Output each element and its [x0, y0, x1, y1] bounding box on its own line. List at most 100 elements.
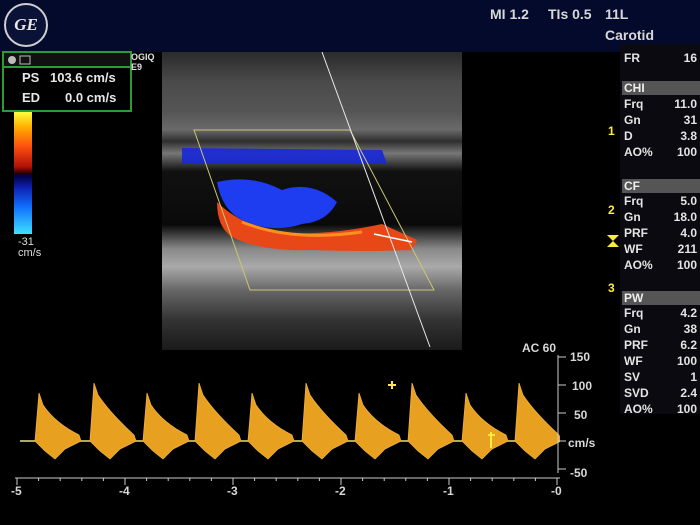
section-chi: CHI: [622, 81, 700, 95]
param-row: Gn 31: [624, 114, 697, 127]
color-flow-overlay: [182, 52, 435, 348]
param-label: PRF: [624, 226, 648, 240]
param-value: 4.0: [680, 226, 697, 240]
param-value: 2.4: [680, 386, 697, 400]
param-label: SV: [624, 370, 641, 384]
device-label: OGIQ E9: [131, 52, 155, 72]
param-label: Frq: [624, 306, 644, 320]
param-label: D: [624, 129, 633, 143]
velocity-tick: 150: [570, 350, 591, 364]
ps-caliper-icon: [388, 381, 396, 389]
ed-value: 0.0 cm/s: [65, 90, 117, 105]
doppler-waveform: [514, 382, 560, 460]
section-cf: CF: [622, 179, 700, 193]
param-row: AO% 100: [624, 403, 697, 416]
exam-preset: Carotid: [605, 27, 654, 43]
param-label: AO%: [624, 402, 653, 416]
param-row: D 3.8: [624, 130, 697, 143]
param-value: 16: [683, 51, 697, 65]
time-tick: -2: [335, 484, 346, 498]
param-value: 11.0: [674, 97, 697, 111]
param-label: AO%: [624, 258, 653, 272]
param-row: AO% 100: [624, 146, 697, 159]
param-value: 6.2: [680, 338, 697, 352]
device-label-line2: E9: [131, 62, 143, 72]
ac-label: AC 60: [522, 341, 557, 355]
param-row: PRF 4.0: [624, 227, 697, 240]
ed-label: ED: [22, 90, 41, 105]
param-label: Gn: [624, 322, 641, 336]
doppler-waveform: [461, 392, 509, 460]
depth-mark: 2: [608, 203, 615, 217]
velocity-tick: 50: [574, 408, 588, 422]
time-tick: -0: [551, 484, 562, 498]
top-bar: [0, 0, 700, 52]
color-velocity-bar: [14, 112, 32, 234]
velocity-tick: 100: [572, 379, 593, 393]
param-label: SVD: [624, 386, 649, 400]
param-row: Frq 11.0: [624, 98, 697, 111]
ps-value: 103.6 cm/s: [50, 70, 116, 85]
velocity-tick: -50: [570, 466, 588, 480]
param-fr: FR 16: [624, 52, 697, 65]
param-row: Frq 4.2: [624, 307, 697, 320]
param-value: 1: [690, 370, 697, 384]
ge-logo: GE: [4, 3, 48, 47]
mechanical-index: MI 1.2: [490, 6, 529, 22]
param-label: FR: [624, 51, 640, 65]
device-label-line1: OGIQ: [131, 52, 155, 62]
param-label: WF: [624, 242, 643, 256]
param-row: PRF 6.2: [624, 339, 697, 352]
param-value: 100: [676, 354, 697, 368]
spectral-doppler: [20, 381, 560, 460]
velocity-unit: cm/s: [568, 436, 596, 450]
param-value: 38: [683, 322, 697, 336]
param-row: SV 1: [624, 371, 697, 384]
param-row: Gn 38: [624, 323, 697, 336]
param-value: 100: [676, 402, 697, 416]
color-bar-unit: cm/s: [18, 247, 42, 259]
param-row: Gn 18.0: [624, 211, 697, 224]
depth-mark: 1: [608, 124, 615, 138]
param-value: 100: [676, 258, 697, 272]
measurement-header: [2, 51, 132, 67]
doppler-waveform: [301, 382, 349, 460]
param-label: Gn: [624, 113, 641, 127]
param-label: Frq: [624, 194, 644, 208]
doppler-waveform: [89, 382, 137, 460]
param-label: WF: [624, 354, 643, 368]
doppler-waveform: [354, 392, 402, 460]
param-row: WF 100: [624, 355, 697, 368]
param-row: AO% 100: [624, 259, 697, 272]
param-label: PRF: [624, 338, 648, 352]
focus-marker-icon: [607, 235, 619, 247]
velocity-scale-ticks: [557, 355, 566, 473]
param-value: 4.2: [680, 306, 697, 320]
param-value: 31: [683, 113, 697, 127]
doppler-waveform: [194, 382, 242, 460]
probe-name: 11L: [605, 6, 629, 22]
param-label: Frq: [624, 97, 644, 111]
param-value: 18.0: [673, 210, 697, 224]
doppler-waveform: [247, 392, 295, 460]
param-row: WF 211: [624, 243, 697, 256]
thermal-index: TIs 0.5: [548, 6, 592, 22]
param-row: Frq 5.0: [624, 195, 697, 208]
param-row: SVD 2.4: [624, 387, 697, 400]
param-value: 3.8: [680, 129, 697, 143]
section-pw: PW: [622, 291, 700, 305]
depth-mark: 3: [608, 281, 615, 295]
param-label: AO%: [624, 145, 653, 159]
time-axis: [15, 477, 560, 485]
ps-label: PS: [22, 70, 40, 85]
param-value: 5.0: [680, 194, 697, 208]
time-tick: -5: [11, 484, 22, 498]
param-value: 211: [677, 242, 697, 256]
time-tick: -1: [443, 484, 454, 498]
time-tick: -4: [119, 484, 130, 498]
doppler-waveform: [34, 392, 82, 460]
measurement-box: PS 103.6 cm/s ED 0.0 cm/s: [2, 66, 132, 112]
time-tick: -3: [227, 484, 238, 498]
doppler-waveform: [407, 382, 455, 460]
doppler-waveform: [142, 392, 190, 460]
